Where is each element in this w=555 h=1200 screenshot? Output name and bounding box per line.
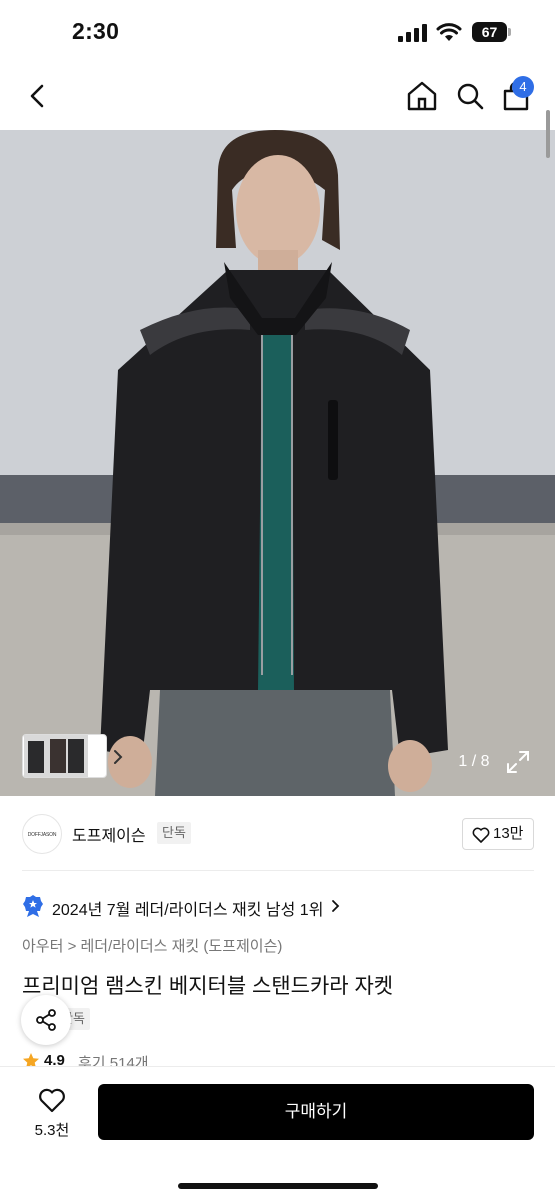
search-button[interactable] [452,78,488,114]
back-button[interactable] [20,78,56,114]
bottom-bar: 5.3천 구매하기 [0,1066,555,1200]
brand-name[interactable]: 도프제이슨 [72,822,146,846]
share-button[interactable] [21,995,71,1045]
buy-button[interactable]: 구매하기 [98,1084,534,1140]
gallery-page-indicator: 1 / 8 [458,753,490,770]
thumbnail-strip[interactable] [22,734,123,778]
brand-like-count: 13만 [493,825,524,842]
expand-button[interactable] [504,748,532,776]
search-icon [457,83,484,110]
expand-icon [507,751,529,773]
breadcrumb[interactable]: 아우터 > 레더/라이더스 재킷 (도프제이슨) [22,935,282,956]
signal-icon [398,24,427,42]
cart-count-badge: 4 [512,76,534,98]
brand-logo-text: DOFFJASON [27,832,57,838]
brand-like-button[interactable]: 13만 [462,818,534,850]
medal-icon [23,895,43,917]
status-time: 2:30 [72,18,120,44]
product-image[interactable] [0,130,555,796]
battery-level: 67 [481,24,498,40]
heart-icon [39,1088,65,1113]
nav-bar: 4 [0,66,555,130]
chevron-right-icon[interactable] [330,898,342,914]
back-icon [30,84,44,108]
home-button[interactable] [404,78,440,114]
scroll-indicator [546,110,550,158]
status-bar: 2:30 67 [0,0,555,66]
wifi-icon [436,23,462,41]
divider [22,870,534,871]
thumbnail-preview [24,735,88,777]
wishlist-button[interactable]: 5.3천 [22,1085,82,1145]
heart-icon [472,827,490,843]
chevron-right-icon [114,750,123,764]
home-indicator [178,1183,378,1189]
ranking-text[interactable]: 2024년 7월 레더/라이더스 재킷 남성 1위 [52,896,323,920]
jacket-photo [0,130,555,796]
brand-logo[interactable]: DOFFJASON [22,814,62,854]
home-icon [407,81,437,111]
share-icon [36,1009,56,1031]
product-title: 프리미엄 램스킨 베지터블 스탠드카라 자켓 [22,975,394,998]
battery-indicator: 67 [472,22,512,42]
wishlist-count: 5.3천 [34,1122,70,1139]
exclusive-badge: 단독 [157,822,191,844]
